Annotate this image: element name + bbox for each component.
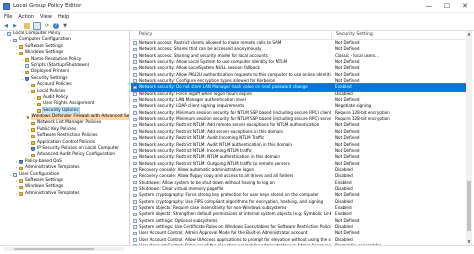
vertical-scrollbar[interactable]: ▲ ▼ (466, 31, 472, 245)
policy-icon (133, 149, 137, 153)
policy-icon (133, 66, 137, 71)
policy-icon (133, 219, 137, 223)
column-header-security-setting[interactable]: Security Setting (331, 31, 466, 39)
folder-icon (31, 128, 35, 132)
doc-icon (13, 38, 17, 43)
policy-icon (133, 225, 137, 229)
console-tree: ⌄ Local Computer Policy ⌄ Computer Configur… (0, 31, 130, 245)
folder-icon (19, 51, 23, 56)
policy-icon (133, 47, 137, 52)
folder-icon (37, 96, 41, 100)
folder-icon (19, 185, 23, 190)
policy-icon (133, 193, 137, 198)
policy-list: Policy Security Setting Network access: … (131, 31, 466, 245)
folder-icon (19, 192, 23, 196)
shield-icon (25, 77, 29, 81)
scroll-up-icon[interactable]: ▲ (466, 31, 472, 37)
policy-icon (133, 79, 137, 83)
folder-icon (31, 121, 35, 126)
policy-icon (133, 92, 137, 96)
doc-icon (25, 64, 29, 68)
forward-icon[interactable]: ▶ (12, 23, 18, 29)
folder-icon (37, 102, 41, 107)
list-header: Policy Security Setting (131, 31, 466, 40)
doc-icon (7, 32, 11, 36)
horizontal-scrollbar[interactable] (4, 247, 124, 251)
folder-icon (31, 89, 35, 94)
policy-icon (133, 130, 137, 134)
tree-item[interactable]: › Administrative Templates (0, 191, 129, 197)
policy-icon (133, 168, 137, 172)
back-icon[interactable]: ◀ (3, 23, 9, 29)
policy-icon (133, 98, 137, 103)
policy-icon (133, 174, 137, 179)
menu-action[interactable]: Action (18, 14, 34, 20)
policy-icon (133, 60, 137, 64)
properties-icon[interactable] (33, 21, 41, 30)
column-header-policy[interactable]: Policy (131, 31, 331, 39)
policy-icon (133, 212, 137, 217)
folder-icon (31, 141, 35, 145)
folder-icon[interactable] (24, 22, 30, 29)
policy-icon (133, 123, 137, 128)
folder-icon (25, 58, 29, 62)
close-button[interactable]: ✕ (456, 0, 474, 12)
folder-icon (31, 153, 35, 158)
menu-bar: File Action View Help (0, 12, 474, 21)
window-title: Local Group Policy Editor (13, 3, 82, 9)
policy-icon (133, 73, 137, 77)
policy-icon (133, 206, 137, 210)
refresh-icon[interactable]: ⟳ (44, 23, 50, 29)
policy-icon (133, 142, 137, 147)
policy-icon (133, 41, 137, 45)
filter-icon[interactable]: ▼ (62, 23, 68, 29)
tree-item-label: Administrative Templates (25, 190, 80, 196)
minimize-button[interactable]: — (420, 0, 438, 12)
policy-icon (133, 136, 137, 141)
policy-icon (133, 54, 137, 58)
doc-icon (13, 173, 17, 177)
folder-icon (25, 70, 29, 75)
folder-icon (37, 109, 41, 113)
folder-icon (19, 166, 23, 171)
menu-help[interactable]: Help (58, 14, 69, 20)
policy-icon (133, 200, 137, 204)
menu-view[interactable]: View (40, 14, 52, 20)
folder-icon (31, 134, 35, 139)
help-icon[interactable]: ? (53, 22, 59, 29)
policy-icon (133, 161, 137, 166)
policy-icon (133, 180, 137, 185)
shield-icon (19, 160, 23, 164)
policy-icon (133, 117, 137, 122)
policy-icon (133, 231, 137, 236)
menu-file[interactable]: File (4, 14, 12, 20)
folder-icon (31, 83, 35, 88)
gpedit-app-icon (3, 2, 10, 10)
horizontal-scrollbar-thumb[interactable] (14, 248, 94, 250)
policy-icon (133, 104, 137, 109)
policy-icon (133, 85, 137, 90)
folder-icon (27, 115, 30, 120)
policy-icon (133, 238, 137, 242)
folder-icon (19, 179, 23, 183)
shield-icon (31, 147, 35, 151)
scrollbar-thumb[interactable] (467, 181, 471, 231)
folder-icon (19, 45, 23, 49)
policy-icon (133, 111, 137, 115)
toolbar: ◀ ▶ ⟳ ? ▼ (0, 21, 474, 31)
policy-icon (133, 155, 137, 160)
maximize-button[interactable]: ☐ (438, 0, 456, 12)
policy-icon (133, 187, 137, 191)
